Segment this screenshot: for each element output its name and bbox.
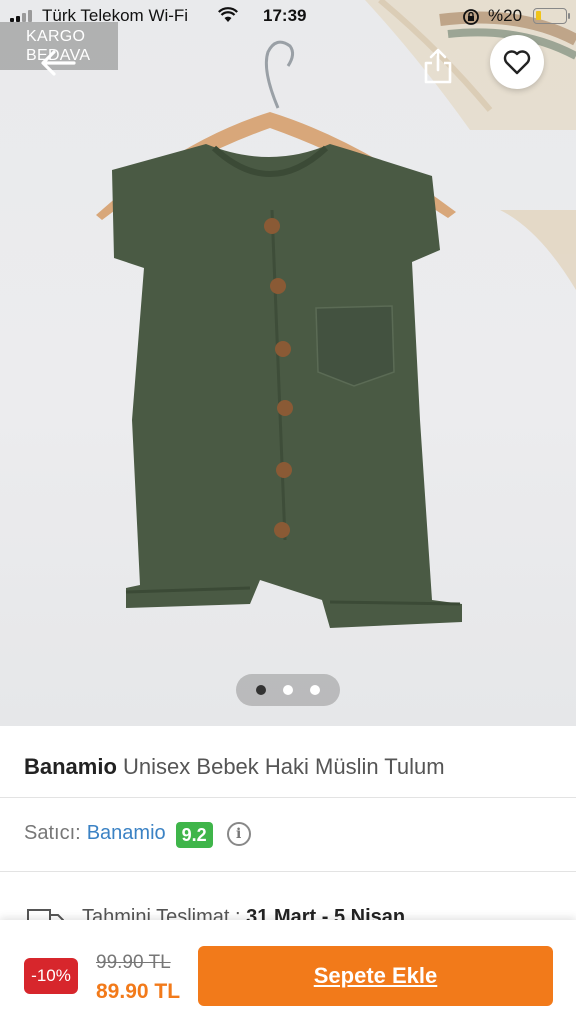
signal-icon bbox=[10, 10, 32, 22]
product-image-gallery[interactable] bbox=[0, 0, 576, 726]
old-price: 99.90 TL bbox=[96, 952, 171, 973]
gallery-dot[interactable] bbox=[256, 685, 266, 695]
romper bbox=[112, 144, 462, 628]
product-title: Banamio Unisex Bebek Haki Müslin Tulum bbox=[0, 726, 576, 798]
discount-badge: -10% bbox=[24, 958, 78, 994]
info-icon[interactable]: i bbox=[226, 822, 251, 846]
product-image bbox=[96, 0, 576, 628]
wifi-icon bbox=[218, 7, 238, 22]
gallery-dot[interactable] bbox=[310, 685, 320, 695]
add-to-cart-button[interactable]: Sepete Ekle bbox=[198, 946, 553, 1006]
heart-icon bbox=[503, 50, 531, 75]
battery-icon bbox=[533, 8, 570, 24]
status-bar: Türk Telekom Wi-Fi 17:39 %20 bbox=[0, 0, 576, 32]
current-price: 89.90 TL bbox=[96, 980, 181, 1003]
share-icon[interactable] bbox=[420, 46, 456, 86]
seller-row: Satıcı: Banamio 9.2 i bbox=[0, 798, 576, 872]
favorite-button[interactable] bbox=[490, 35, 544, 89]
gallery-dot[interactable] bbox=[283, 685, 293, 695]
seller-score-badge: 9.2 bbox=[175, 822, 213, 848]
seller-link[interactable]: Banamio bbox=[87, 822, 166, 845]
battery-percentage: %20 bbox=[488, 6, 523, 25]
arrow-left-icon[interactable] bbox=[36, 42, 78, 84]
gallery-pagination[interactable] bbox=[236, 674, 340, 706]
clock: 17:39 bbox=[263, 6, 307, 25]
seller-label: Satıcı: bbox=[24, 822, 81, 844]
product-name: Unisex Bebek Haki Müslin Tulum bbox=[123, 754, 445, 779]
carrier-name: Türk Telekom Wi-Fi bbox=[42, 6, 189, 25]
rotation-lock-icon bbox=[463, 9, 479, 25]
product-brand[interactable]: Banamio bbox=[24, 754, 117, 779]
purchase-bar: -10% 99.90 TL 89.90 TL Sepete Ekle bbox=[0, 920, 576, 1024]
